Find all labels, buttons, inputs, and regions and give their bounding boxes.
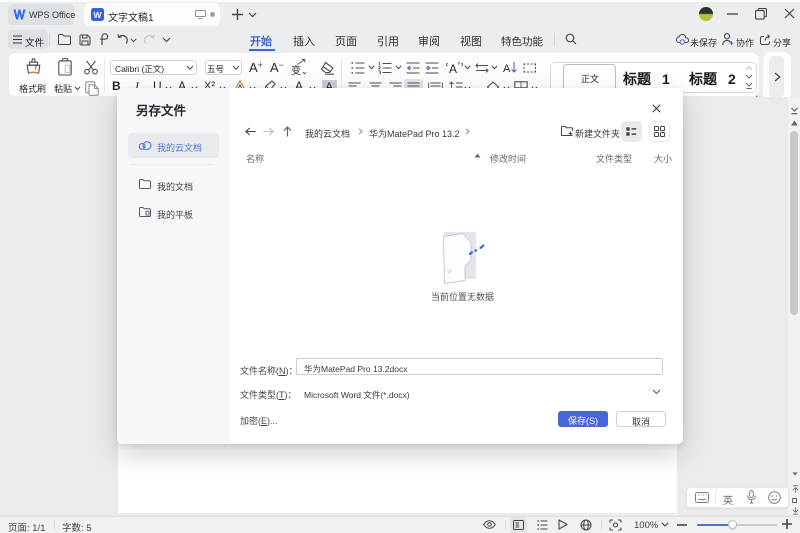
svg-text:A: A [449, 62, 457, 75]
svg-text:A: A [503, 63, 511, 75]
